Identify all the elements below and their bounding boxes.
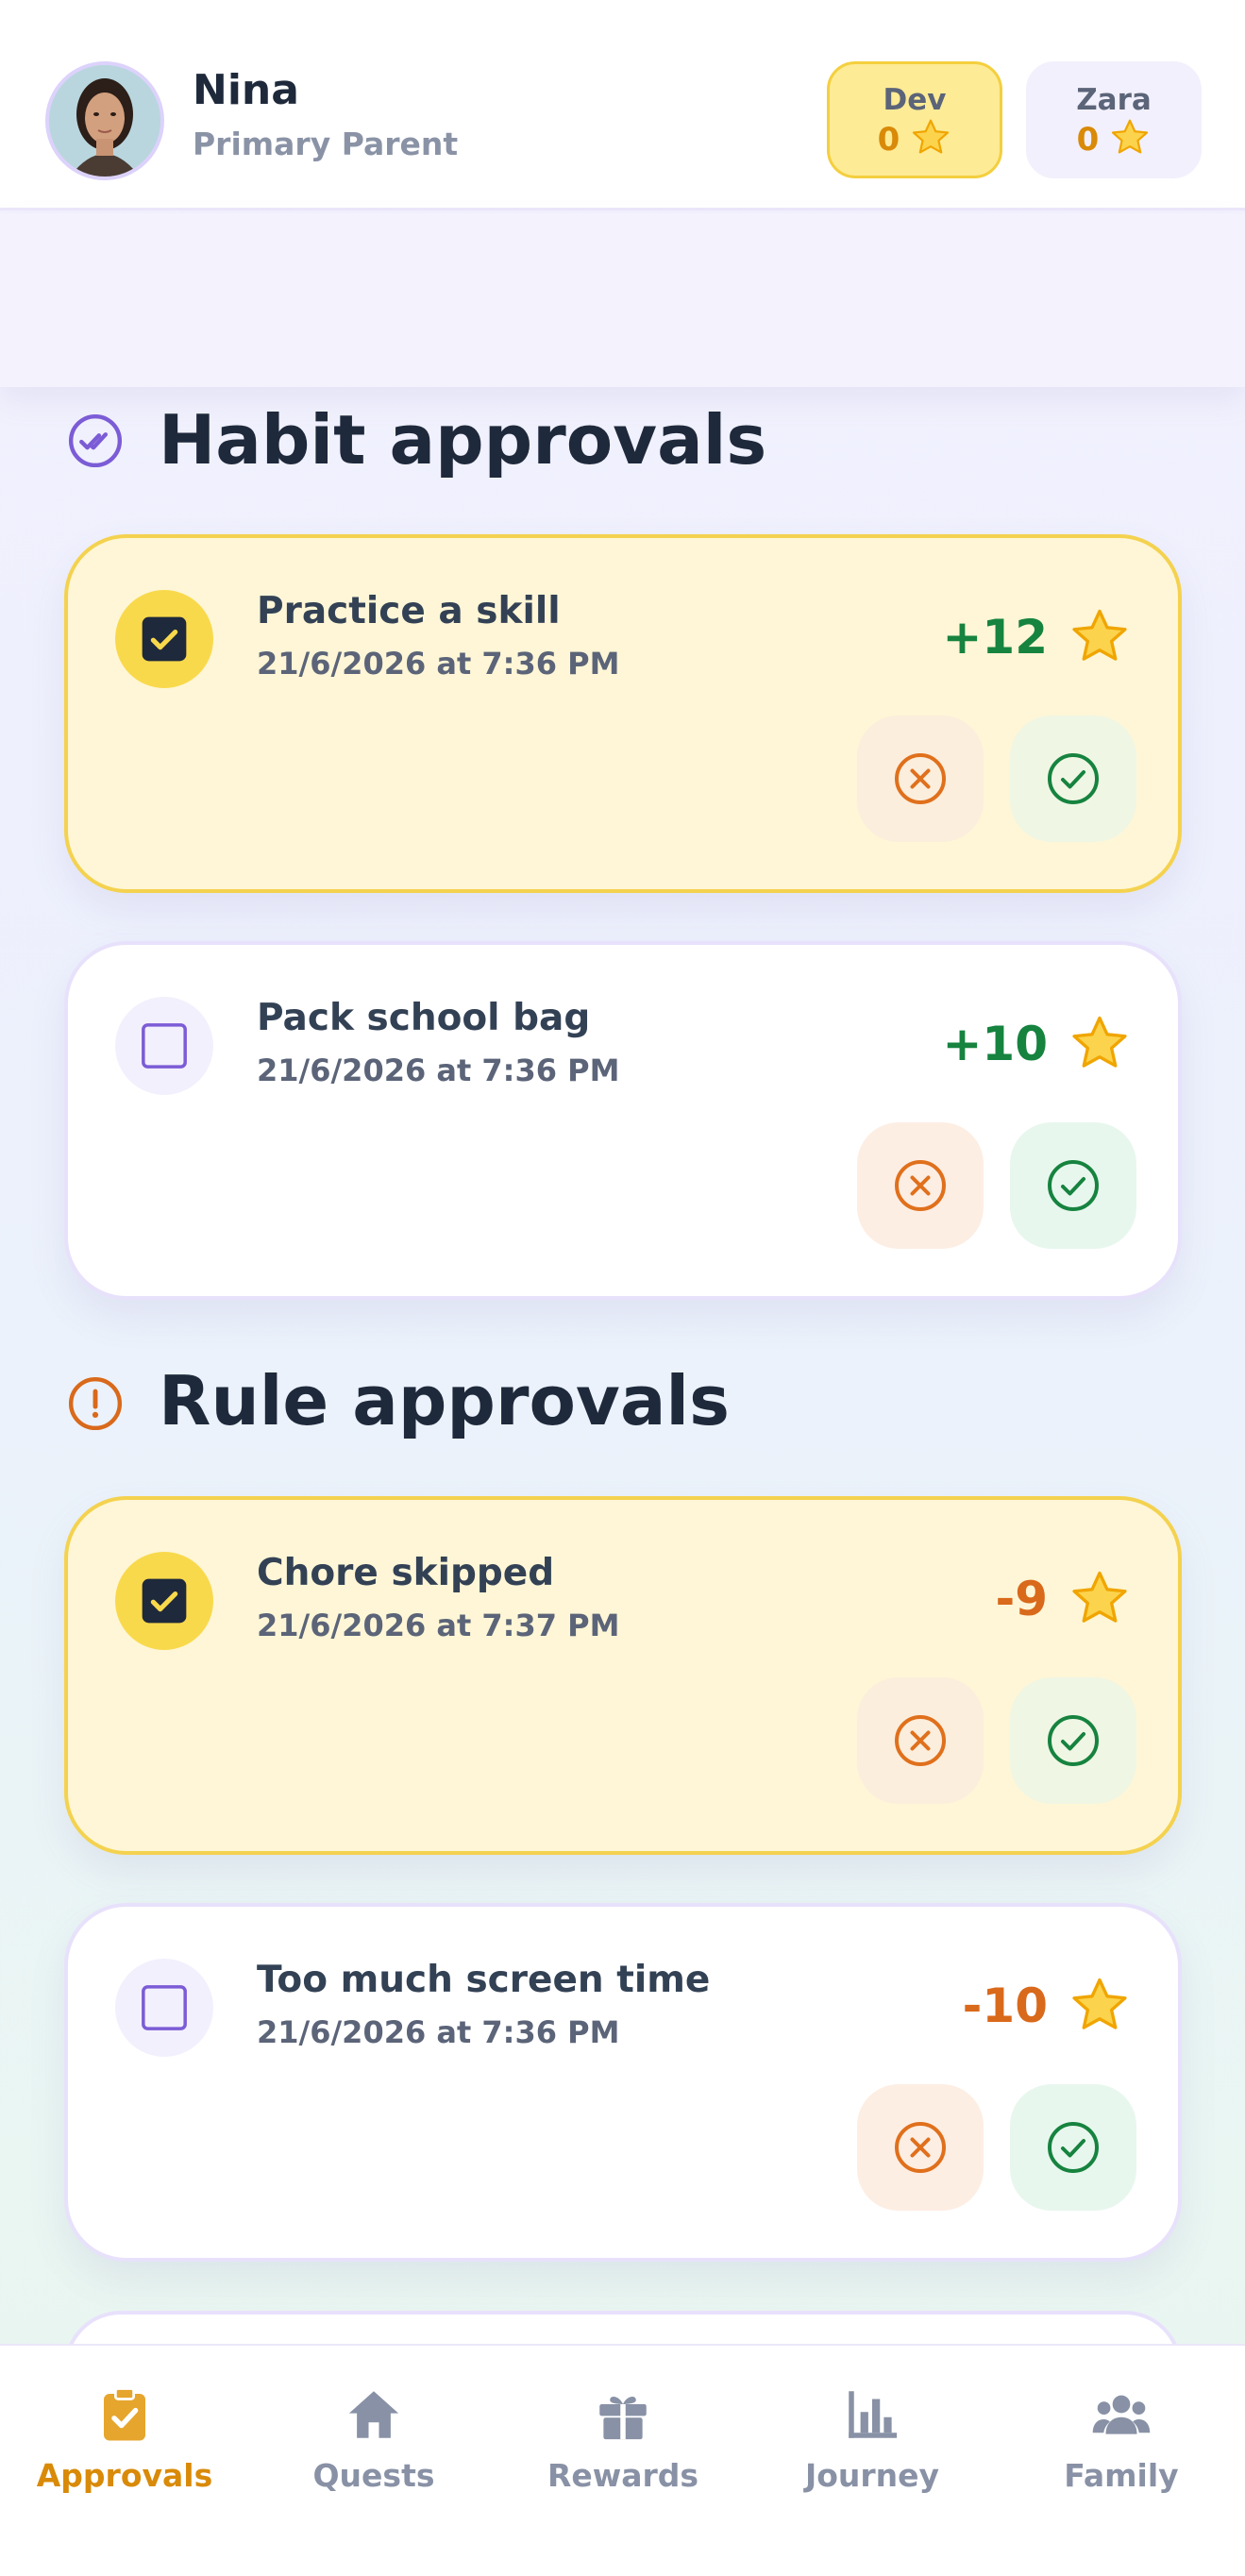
star-icon <box>1112 119 1149 154</box>
reject-x-circle-icon <box>895 1715 946 1766</box>
child-name: Zara <box>1076 83 1152 117</box>
checkbox-empty-icon <box>142 1985 187 2030</box>
user-role: Primary Parent <box>193 126 459 162</box>
checkbox-checked-icon <box>142 1578 187 1624</box>
approval-card[interactable]: Too much screen time 21/6/2026 at 7:36 P… <box>64 1903 1182 2262</box>
task-timestamp: 21/6/2026 at 7:37 PM <box>257 1608 620 1643</box>
people-icon <box>1092 2395 1151 2434</box>
nav-approvals[interactable]: Approvals <box>0 2383 249 2516</box>
alert-circle-icon <box>68 1376 123 1431</box>
user-name: Nina <box>193 66 299 114</box>
avatar[interactable] <box>45 61 164 180</box>
points-value: -9 <box>995 1572 1048 1626</box>
child-score: 0 <box>877 121 900 159</box>
checkbox-checked-icon <box>142 616 187 662</box>
points-value: +10 <box>942 1017 1048 1071</box>
approval-card[interactable]: Pack school bag 21/6/2026 at 7:36 PM +10 <box>64 941 1182 1300</box>
select-checkbox[interactable] <box>115 1959 213 2057</box>
star-icon <box>1072 1571 1127 1623</box>
nav-label: Approvals <box>36 2457 213 2494</box>
header-banner-strip <box>0 213 1245 387</box>
points-value: +12 <box>942 610 1048 665</box>
double-check-circle-icon <box>68 413 123 468</box>
rule-approvals-title: Rule approvals <box>159 1361 730 1440</box>
approve-check-circle-icon <box>1048 1715 1099 1766</box>
star-icon <box>1072 1016 1127 1068</box>
approve-button[interactable] <box>1010 2084 1136 2211</box>
nav-journey[interactable]: Journey <box>748 2383 997 2516</box>
child-chip-dev[interactable]: Dev 0 <box>827 61 1002 178</box>
child-score: 0 <box>1076 121 1100 159</box>
select-checkbox[interactable] <box>115 590 213 688</box>
approve-button[interactable] <box>1010 1122 1136 1249</box>
child-name: Dev <box>883 83 947 117</box>
checkbox-empty-icon <box>142 1023 187 1069</box>
app-header: Nina Primary Parent Dev 0 Zara 0 <box>0 0 1245 210</box>
reject-x-circle-icon <box>895 1160 946 1211</box>
reject-button[interactable] <box>857 1677 984 1804</box>
select-checkbox[interactable] <box>115 1552 213 1650</box>
task-timestamp: 21/6/2026 at 7:36 PM <box>257 646 620 682</box>
approve-check-circle-icon <box>1048 1160 1099 1211</box>
points-value: -10 <box>962 1978 1048 2033</box>
approve-check-circle-icon <box>1048 2122 1099 2173</box>
bar-chart-icon <box>849 2391 898 2438</box>
nav-rewards[interactable]: Rewards <box>498 2383 748 2516</box>
reject-button[interactable] <box>857 1122 984 1249</box>
clipboard-check-icon <box>104 2387 145 2441</box>
nav-family[interactable]: Family <box>997 2383 1245 2516</box>
task-title: Chore skipped <box>257 1552 555 1594</box>
reject-button[interactable] <box>857 2084 984 2211</box>
select-checkbox[interactable] <box>115 997 213 1095</box>
approve-check-circle-icon <box>1048 753 1099 804</box>
task-title: Pack school bag <box>257 997 591 1039</box>
approval-card[interactable]: Chore skipped 21/6/2026 at 7:37 PM -9 <box>64 1496 1182 1855</box>
nav-label: Quests <box>312 2457 435 2494</box>
approve-button[interactable] <box>1010 1677 1136 1804</box>
approve-button[interactable] <box>1010 716 1136 842</box>
nav-label: Journey <box>804 2457 940 2494</box>
task-timestamp: 21/6/2026 at 7:36 PM <box>257 1052 620 1088</box>
bottom-nav: Approvals Quests Rewards Journey Family <box>0 2344 1245 2576</box>
nav-quests[interactable]: Quests <box>249 2383 498 2516</box>
task-title: Too much screen time <box>257 1959 711 2001</box>
reject-button[interactable] <box>857 716 984 842</box>
task-title: Practice a skill <box>257 590 561 632</box>
reject-x-circle-icon <box>895 753 946 804</box>
nav-label: Rewards <box>547 2457 699 2494</box>
home-icon <box>348 2391 399 2438</box>
star-icon <box>913 119 950 154</box>
reject-x-circle-icon <box>895 2122 946 2173</box>
nav-label: Family <box>1064 2457 1179 2494</box>
child-chip-zara[interactable]: Zara 0 <box>1026 61 1202 178</box>
gift-icon <box>599 2396 647 2440</box>
task-timestamp: 21/6/2026 at 7:36 PM <box>257 2014 620 2050</box>
approval-card[interactable]: Practice a skill 21/6/2026 at 7:36 PM +1… <box>64 534 1182 893</box>
star-icon <box>1072 609 1127 661</box>
habit-approvals-title: Habit approvals <box>159 400 767 480</box>
avatar-portrait-icon <box>49 65 160 177</box>
star-icon <box>1072 1978 1127 2029</box>
